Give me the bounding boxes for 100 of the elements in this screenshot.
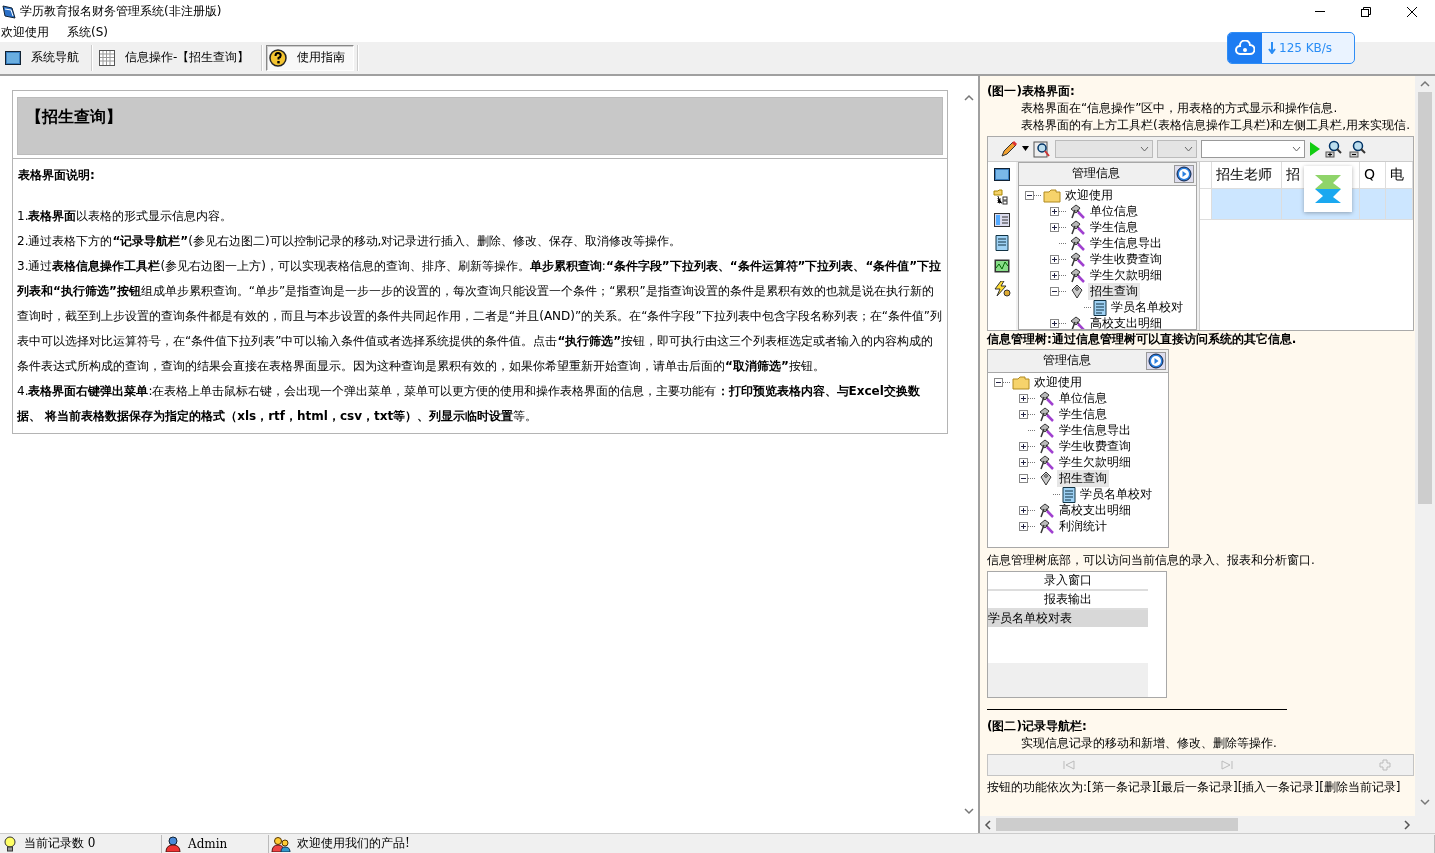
arrow-circle-icon xyxy=(1176,165,1192,182)
tree-item[interactable]: 高校支出明细 xyxy=(1087,315,1164,329)
window-icon[interactable] xyxy=(993,167,1010,181)
tree-header: 管理信息 xyxy=(1071,165,1122,183)
window-list-item[interactable]: 录入窗口 xyxy=(988,571,1148,591)
search-icon[interactable] xyxy=(1033,139,1051,158)
collapse-icon[interactable] xyxy=(1019,474,1028,484)
dropdown-field[interactable] xyxy=(1055,139,1153,158)
tree-item[interactable]: 高校支出明细 xyxy=(1057,502,1133,520)
paragraph: 4.表格界面右键弹出菜单:在表格上单击鼠标右键，会出现一个弹出菜单，菜单可以更方便的使用和操作表格界面的信息，主要功能有：打印预览表格内容、与Excel交换数据、 将当前表格数据保存为指定的格式（xls，rtf，html，csv，txt等）、列显示临时设置等。 xyxy=(17,382,921,425)
paragraph: 2.通过表格下方的“记录导航栏”(参见右边图二)可以控制记录的移动,对记录进行插入、删除、修改、保存、取消修改等操作。 xyxy=(17,232,683,250)
tag-icon xyxy=(1037,518,1055,535)
dropdown-field[interactable] xyxy=(1157,139,1197,158)
users-icon xyxy=(271,835,291,852)
chevron-down-icon xyxy=(1292,145,1301,152)
tree-item[interactable]: 单位信息 xyxy=(1057,390,1109,408)
tree-item[interactable]: 学生收费查询 xyxy=(1057,438,1133,456)
status-text: Admin xyxy=(188,836,228,851)
tag-icon xyxy=(1037,406,1055,423)
scrollbar-thumb[interactable] xyxy=(1418,91,1432,504)
status-text: 欢迎使用我们的产品! xyxy=(297,835,410,852)
tree-item[interactable]: 学生信息 xyxy=(1057,406,1109,424)
figure-title: 信息管理树:通过信息管理树可以直接访问系统的其它信息. xyxy=(987,330,1298,348)
tree-item[interactable]: 学员名单校对 xyxy=(1078,486,1154,504)
tree-item[interactable]: 学生欠款明细 xyxy=(1087,267,1164,285)
tree-header: 管理信息 xyxy=(1042,352,1092,370)
tree-item[interactable]: 招生查询 xyxy=(1057,470,1109,488)
column-header[interactable]: 招生老师 xyxy=(1212,161,1282,188)
tag-icon xyxy=(1037,502,1055,519)
toolbar-tab[interactable]: 使用指南 xyxy=(266,44,355,71)
expand-icon[interactable] xyxy=(1019,394,1028,404)
tree-item[interactable]: 欢迎使用 xyxy=(1062,187,1115,205)
tree-item[interactable]: 学生信息导出 xyxy=(1057,422,1133,440)
expand-icon[interactable] xyxy=(1019,410,1028,420)
tree-item[interactable]: 利润统计 xyxy=(1057,518,1109,536)
scroll-down-icon[interactable] xyxy=(1420,798,1430,807)
tree-item[interactable]: 学生欠款明细 xyxy=(1057,454,1133,472)
collapse-icon[interactable] xyxy=(1024,191,1034,201)
restore-icon xyxy=(1360,5,1372,18)
dropdown-field[interactable] xyxy=(1201,139,1305,158)
chevron-down-icon xyxy=(1140,145,1149,152)
navigate-button[interactable] xyxy=(1174,164,1194,183)
tag-icon xyxy=(1037,454,1055,471)
scroll-left-icon[interactable] xyxy=(984,819,992,830)
folder-icon xyxy=(1012,375,1030,390)
folder-icon xyxy=(1042,188,1061,203)
window-icon xyxy=(5,50,21,65)
tree-item[interactable]: 学生信息 xyxy=(1087,219,1140,237)
expand-icon[interactable] xyxy=(1019,506,1028,516)
column-header[interactable]: Q xyxy=(1360,161,1386,188)
tag-icon xyxy=(1037,422,1055,439)
tree-item[interactable]: 招生查询 xyxy=(1087,283,1140,301)
chart-icon[interactable] xyxy=(993,258,1010,273)
expand-icon[interactable] xyxy=(1019,442,1028,452)
tree-item[interactable]: 单位信息 xyxy=(1087,203,1140,221)
paragraph: 1.表格界面以表格的形式显示信息内容。 xyxy=(17,207,234,225)
tree-item[interactable]: 学生信息导出 xyxy=(1087,235,1164,253)
expand-icon[interactable] xyxy=(1049,207,1059,217)
pencil-icon[interactable] xyxy=(1000,139,1018,158)
window-title: 学历教育报名财务管理系统(非注册版) xyxy=(20,3,222,20)
figure-title: (图二)记录导航栏: xyxy=(987,717,1088,735)
scrollbar-thumb[interactable] xyxy=(996,818,1238,832)
expand-icon[interactable] xyxy=(1049,319,1059,329)
expand-icon[interactable] xyxy=(1049,271,1059,281)
collapse-icon[interactable] xyxy=(1049,287,1059,297)
expand-icon[interactable] xyxy=(1019,522,1028,532)
caption: 按钮的功能依次为:[第一条记录][最后一条记录][插入一条记录][删除当前记录] xyxy=(987,778,1402,796)
tree-item[interactable]: 学员名单校对 xyxy=(1108,299,1185,317)
scroll-up-icon[interactable] xyxy=(964,93,974,102)
lightbulb-icon xyxy=(2,835,18,852)
chevron-down-icon xyxy=(1184,145,1193,152)
user-icon xyxy=(164,835,182,852)
document-icon[interactable] xyxy=(994,234,1009,251)
toolbar-tab[interactable]: 系统导航 xyxy=(2,44,88,71)
folder-tree-icon[interactable] xyxy=(992,188,1011,205)
toolbar-tab[interactable]: 信息操作-【招生查询】 xyxy=(96,44,259,71)
tree-item[interactable]: 学生收费查询 xyxy=(1087,251,1164,269)
document-icon xyxy=(1062,486,1076,503)
column-header[interactable]: 电 xyxy=(1386,161,1413,188)
menu-item[interactable]: 系统(S) xyxy=(66,24,117,41)
document-icon xyxy=(1092,299,1107,316)
caption: 信息管理树底部，可以访问当前信息的录入、报表和分析窗口. xyxy=(987,551,1316,569)
expand-icon[interactable] xyxy=(1049,223,1059,233)
close-icon xyxy=(1406,5,1418,18)
collapse-icon[interactable] xyxy=(994,378,1003,388)
tree-item[interactable]: 欢迎使用 xyxy=(1032,374,1084,392)
scroll-down-icon[interactable] xyxy=(964,807,974,816)
scroll-right-icon[interactable] xyxy=(1403,819,1411,830)
expand-icon[interactable] xyxy=(1019,458,1028,468)
download-arrow-icon xyxy=(1268,42,1276,54)
lightning-icon[interactable] xyxy=(992,280,1011,297)
caret-icon[interactable] xyxy=(1022,146,1029,152)
page-heading: 【招生查询】 xyxy=(25,105,123,128)
grid-icon xyxy=(99,49,115,66)
navigate-button[interactable] xyxy=(1146,351,1166,370)
scroll-up-icon[interactable] xyxy=(1420,79,1430,88)
expand-icon[interactable] xyxy=(1049,255,1059,265)
menu-item[interactable]: 欢迎使用 xyxy=(0,24,58,41)
list-icon[interactable] xyxy=(993,212,1010,227)
tag-icon xyxy=(1037,390,1055,407)
